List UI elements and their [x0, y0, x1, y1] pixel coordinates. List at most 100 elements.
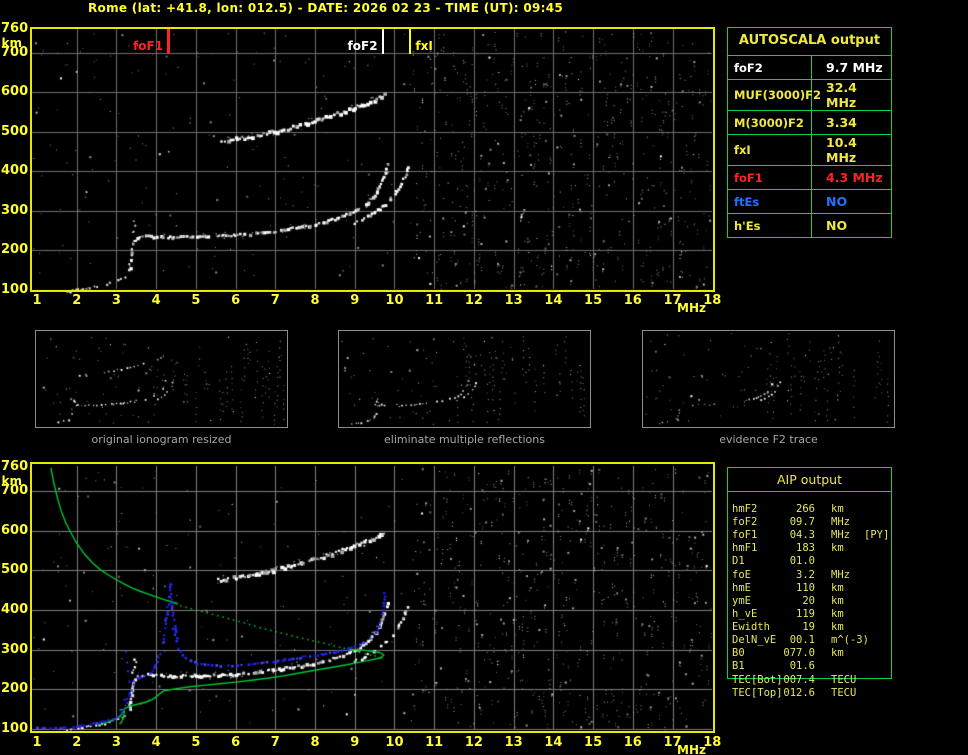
x-tick-label: 12 [464, 293, 483, 308]
station-title: Rome (lat: +41.8, lon: 012.5) - DATE: 20… [88, 1, 564, 15]
aip-row-label: foF1 [732, 529, 758, 542]
aip-row: foF1 04.3 MHz [PY] [727, 529, 892, 542]
x-tick-label: 13 [504, 735, 523, 750]
x-tick-label: 14 [544, 735, 563, 750]
aip-row-unit: km [831, 607, 844, 620]
y-tick-label: 100 [1, 721, 29, 737]
aip-row-unit: km [831, 594, 844, 607]
x-tick-label: 7 [270, 735, 280, 750]
autoscala-row-value: NO [826, 218, 848, 233]
x-tick-label: 3 [111, 735, 121, 750]
aip-row-value: 183 [796, 542, 815, 555]
x-tick-label: 2 [72, 735, 82, 750]
y-tick-label: 300 [1, 202, 29, 218]
x-tick-label: 1 [32, 293, 42, 308]
y-tick-label: 200 [1, 681, 29, 697]
x-tick-label: 6 [231, 735, 241, 750]
aip-row-unit: km [831, 621, 844, 634]
x-tick-label: 13 [504, 293, 523, 308]
aip-row-label: hmF2 [732, 503, 758, 515]
aip-row: D1 01.0 [727, 555, 892, 568]
x-tick-label: 8 [310, 735, 320, 750]
autoscala-row: M(3000)F2 3.34 [728, 111, 891, 135]
y-tick-label: 200 [1, 242, 29, 258]
x-tick-label: 15 [584, 735, 603, 750]
panel-eliminate-reflections [338, 330, 591, 428]
aip-row-value: 00.1 [789, 634, 815, 647]
aip-row: TEC[Bot] 007.4 TECU [727, 674, 892, 687]
foF1-marker-line [166, 29, 170, 54]
x-tick-label: 3 [111, 293, 121, 308]
aip-row-unit: m^(-3) [831, 634, 869, 647]
panel-caption-eliminate: eliminate multiple reflections [384, 433, 545, 446]
aip-row: DelN_vE 00.1 m^(-3) [727, 634, 892, 647]
autoscala-row-label: ftEs [728, 190, 812, 213]
aip-row-label: B0 [732, 647, 745, 660]
x-tick-label: 18 [703, 293, 722, 308]
x-tick-label: 8 [310, 293, 320, 308]
aip-row-unit: TECU [831, 686, 857, 699]
aip-row: foE 3.2 MHz [727, 569, 892, 582]
autoscala-row-label: foF1 [728, 166, 812, 189]
aip-row-value: 077.0 [783, 647, 815, 660]
autoscala-row: ftEs NO [728, 190, 891, 214]
aip-row-value: 20 [802, 594, 815, 607]
autoscala-row: MUF(3000)F2 32.4 MHz [728, 80, 891, 111]
y-tick-label: 760 [1, 459, 29, 474]
aip-row-unit: km [831, 581, 844, 594]
x-tick-label: 1 [32, 735, 42, 750]
aip-output-table: AIP output hmF2 266 km foF2 09.7 MHz foF1 04.3 M… [727, 467, 892, 703]
aip-row-label: D1 [732, 555, 745, 568]
panel-evidence-f2-trace [642, 330, 895, 428]
foF2-marker-label: foF2 [347, 39, 378, 53]
aip-row-value: 01.0 [789, 555, 815, 568]
top-ionogram-frame [30, 27, 715, 292]
aip-row-label: hmF1 [732, 542, 758, 555]
aip-row: h_vE 119 km [727, 608, 892, 621]
autoscala-row: h'Es NO [728, 214, 891, 237]
autoscala-row-label: M(3000)F2 [728, 111, 812, 134]
y-tick-label: 400 [1, 163, 29, 179]
aip-row: foF2 09.7 MHz [727, 516, 892, 529]
x-tick-label: 4 [151, 293, 161, 308]
autoscala-row-value: 10.4 MHz [826, 135, 857, 165]
aip-row-value: 19 [802, 621, 815, 634]
aip-row-label: ymE [732, 594, 751, 607]
aip-row: ymE 20 km [727, 595, 892, 608]
autoscala-output-table: AUTOSCALA output foF2 9.7 MHz MUF(3000)F2 3… [727, 27, 892, 238]
autoscala-row: foF2 9.7 MHz [728, 56, 891, 80]
x-tick-label: 7 [270, 293, 280, 308]
aip-row-unit: km [831, 647, 844, 660]
x-tick-label: 14 [544, 293, 563, 308]
aip-row-value: 01.6 [789, 660, 815, 673]
x-tick-label: 16 [623, 735, 642, 750]
x-tick-label: 11 [425, 293, 444, 308]
aip-row-unit: MHz [831, 529, 850, 542]
autoscala-row-value: NO [826, 194, 848, 209]
panel-caption-original: original ionogram resized [91, 433, 232, 446]
foF2-marker-line [381, 29, 384, 54]
autoscala-row-label: h'Es [728, 214, 812, 237]
foF1-marker-label: foF1 [133, 39, 164, 53]
aip-row: hmF2 266 km [727, 503, 892, 516]
aip-row-label: h_vE [732, 607, 758, 620]
y-tick-label: 100 [1, 282, 29, 298]
autoscala-row-label: fxI [728, 135, 812, 165]
fxI-marker-label: fxI [415, 39, 433, 53]
x-tick-label: 16 [623, 293, 642, 308]
aip-row-label: foF2 [732, 516, 758, 529]
aip-row-unit: km [831, 542, 844, 555]
x-tick-label: 17 [663, 735, 682, 750]
y-tick-label: 600 [1, 84, 29, 100]
aip-row-label: hmE [732, 581, 751, 594]
aip-row-value: 110 [796, 581, 815, 594]
aip-row-value: 3.2 [796, 568, 815, 581]
aip-output-title: AIP output [727, 467, 892, 492]
autoscala-row: fxI 10.4 MHz [728, 135, 891, 166]
y-tick-label: 500 [1, 123, 29, 139]
aip-row-extra: [PY] [864, 529, 890, 542]
aip-row-value: 266 [796, 503, 815, 515]
autoscala-row-value: 3.34 [826, 115, 857, 130]
x-tick-label: 11 [425, 735, 444, 750]
x-tick-label: 17 [663, 293, 682, 308]
